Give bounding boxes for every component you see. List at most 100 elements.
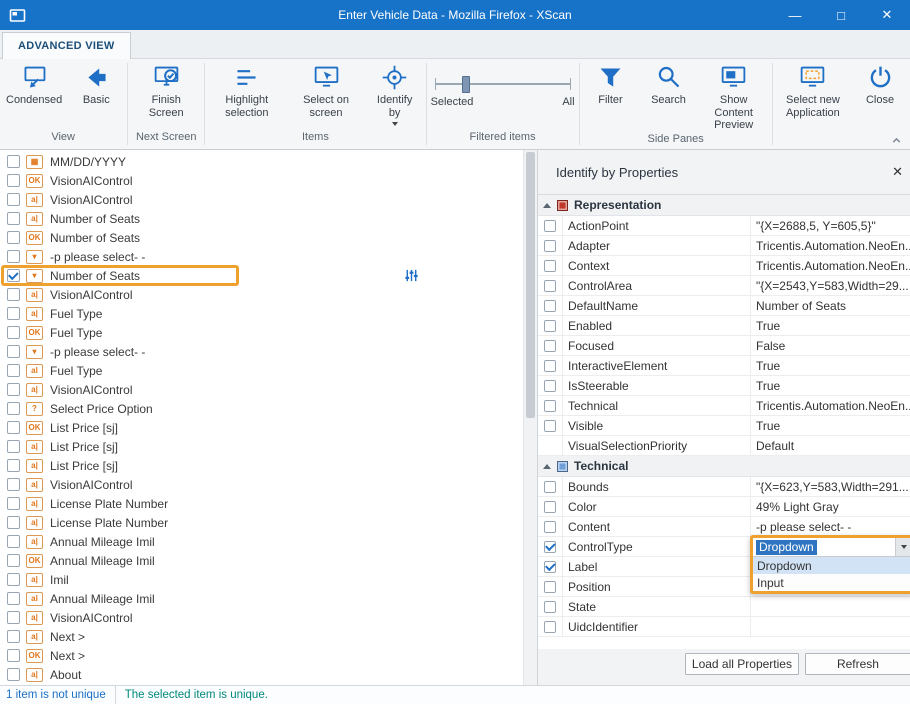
tree-row-checkbox[interactable] — [7, 668, 20, 681]
property-checkbox[interactable] — [544, 601, 556, 613]
tree-row[interactable]: ?Select Price Option — [0, 399, 524, 418]
tree-row[interactable]: a|About — [0, 665, 524, 684]
property-checkbox[interactable] — [544, 240, 556, 252]
tree-row-checkbox[interactable] — [7, 649, 20, 662]
tab-advanced-view[interactable]: ADVANCED VIEW — [2, 32, 131, 59]
tree-row[interactable]: OKNumber of Seats — [0, 228, 524, 247]
tree-row-checkbox[interactable] — [7, 250, 20, 263]
tree-row-checkbox[interactable] — [7, 573, 20, 586]
property-row[interactable]: InteractiveElementTrue — [538, 356, 910, 376]
scrollbar-thumb[interactable] — [526, 152, 535, 418]
tree-row[interactable]: alFuel Type — [0, 361, 524, 380]
property-checkbox[interactable] — [544, 581, 556, 593]
property-row[interactable]: UidcIdentifier — [538, 617, 910, 637]
property-row[interactable]: ContextTricentis.Automation.NeoEn... — [538, 256, 910, 276]
property-row[interactable]: ControlTypeDropdownDropdownInput — [538, 537, 910, 557]
tree-row[interactable]: ▦MM/DD/YYYY — [0, 152, 524, 171]
tree-row-checkbox[interactable] — [7, 592, 20, 605]
property-checkbox[interactable] — [544, 360, 556, 372]
tree-row-checkbox[interactable] — [7, 535, 20, 548]
tree-row[interactable]: a|Annual Mileage Imil — [0, 532, 524, 551]
tree-row-checkbox[interactable] — [7, 440, 20, 453]
property-checkbox[interactable] — [544, 280, 556, 292]
tree-row-checkbox[interactable] — [7, 497, 20, 510]
tree-row-checkbox[interactable] — [7, 630, 20, 643]
property-row[interactable]: TechnicalTricentis.Automation.NeoEn... — [538, 396, 910, 416]
property-row[interactable]: FocusedFalse — [538, 336, 910, 356]
tree-row-checkbox[interactable] — [7, 212, 20, 225]
tree-row-checkbox[interactable] — [7, 345, 20, 358]
minimize-button[interactable]: — — [772, 0, 818, 30]
tree-row[interactable]: a|Next > — [0, 627, 524, 646]
tree-row-checkbox[interactable] — [7, 478, 20, 491]
tree-row-checkbox[interactable] — [7, 516, 20, 529]
tree-row[interactable]: a|VisionAIControl — [0, 285, 524, 304]
highlight-selection-button[interactable]: Highlight selection — [207, 61, 286, 119]
tree-row[interactable]: a|List Price [sj] — [0, 456, 524, 475]
tree-row-checkbox[interactable] — [7, 421, 20, 434]
property-row[interactable]: EnabledTrue — [538, 316, 910, 336]
property-checkbox[interactable] — [544, 481, 556, 493]
property-row[interactable]: AdapterTricentis.Automation.NeoEn... — [538, 236, 910, 256]
select-on-screen-button[interactable]: Select on screen — [286, 61, 365, 119]
tree-row[interactable]: a|VisionAIControl — [0, 190, 524, 209]
tree-row[interactable]: a|License Plate Number — [0, 513, 524, 532]
property-checkbox[interactable] — [544, 541, 556, 553]
tree-row[interactable]: a|Fuel Type — [0, 304, 524, 323]
controltype-combobox[interactable]: Dropdown — [753, 538, 910, 557]
tree-row[interactable]: OKList Price [sj] — [0, 418, 524, 437]
tree-row-checkbox[interactable] — [7, 383, 20, 396]
property-checkbox[interactable] — [544, 521, 556, 533]
property-checkbox[interactable] — [544, 561, 556, 573]
tree-row[interactable]: a|Number of Seats — [0, 209, 524, 228]
slider-handle[interactable] — [462, 76, 470, 93]
property-checkbox[interactable] — [544, 400, 556, 412]
load-all-properties-button[interactable]: Load all Properties — [685, 653, 799, 675]
property-checkbox[interactable] — [544, 300, 556, 312]
property-checkbox[interactable] — [544, 501, 556, 513]
filter-button[interactable]: Filter — [582, 61, 640, 107]
property-checkbox[interactable] — [544, 420, 556, 432]
tree-row-checkbox[interactable] — [7, 155, 20, 168]
identify-by-button[interactable]: Identify by — [366, 61, 424, 126]
tree-row[interactable]: ▾Number of Seats — [0, 266, 524, 285]
tree-row-checkbox[interactable] — [7, 364, 20, 377]
property-row[interactable]: IsSteerableTrue — [538, 376, 910, 396]
property-checkbox[interactable] — [544, 220, 556, 232]
property-row[interactable]: VisibleTrue — [538, 416, 910, 436]
combobox-dropdown-button[interactable] — [895, 538, 910, 556]
tree-row-checkbox[interactable] — [7, 459, 20, 472]
tree-row[interactable]: a|VisionAIControl — [0, 380, 524, 399]
tree-row-checkbox[interactable] — [7, 288, 20, 301]
tree-row[interactable]: a|License Plate Number — [0, 494, 524, 513]
tree-row-checkbox[interactable] — [7, 554, 20, 567]
filtered-items-slider[interactable]: Selected All — [429, 65, 577, 123]
tree-row[interactable]: a|Imil — [0, 570, 524, 589]
select-new-application-button[interactable]: Select new Application — [775, 61, 851, 119]
search-button[interactable]: Search — [640, 61, 698, 107]
section-expander-icon[interactable] — [543, 203, 551, 208]
tree-row-checkbox[interactable] — [7, 402, 20, 415]
condensed-button[interactable]: Condensed — [1, 61, 67, 107]
property-row[interactable]: Bounds"{X=623,Y=583,Width=291... — [538, 477, 910, 497]
property-row[interactable]: ActionPoint"{X=2688,5, Y=605,5}" — [538, 216, 910, 236]
tree-row[interactable]: OKVisionAIControl — [0, 171, 524, 190]
tree-row[interactable]: OKAnnual Mileage Imil — [0, 551, 524, 570]
tree-row-checkbox[interactable] — [7, 269, 20, 282]
tree-scrollbar[interactable] — [523, 150, 537, 685]
property-value[interactable]: DropdownDropdownInput — [751, 537, 910, 556]
finish-screen-button[interactable]: Finish Screen — [130, 61, 202, 119]
tree-row-checkbox[interactable] — [7, 326, 20, 339]
property-row[interactable]: Color49% Light Gray — [538, 497, 910, 517]
tree-row[interactable]: ▾-p please select- - — [0, 247, 524, 266]
property-checkbox[interactable] — [544, 260, 556, 272]
panel-close-icon[interactable]: ✕ — [892, 164, 903, 180]
tree-row-checkbox[interactable] — [7, 611, 20, 624]
tree-row[interactable]: alAnnual Mileage Imil — [0, 589, 524, 608]
close-button[interactable]: ✕ — [864, 0, 910, 30]
close-xscan-button[interactable]: Close — [851, 61, 909, 107]
dropdown-option[interactable]: Dropdown — [753, 557, 910, 574]
property-row[interactable]: Content-p please select- - — [538, 517, 910, 537]
property-row[interactable]: State — [538, 597, 910, 617]
slider-track[interactable] — [435, 83, 571, 85]
